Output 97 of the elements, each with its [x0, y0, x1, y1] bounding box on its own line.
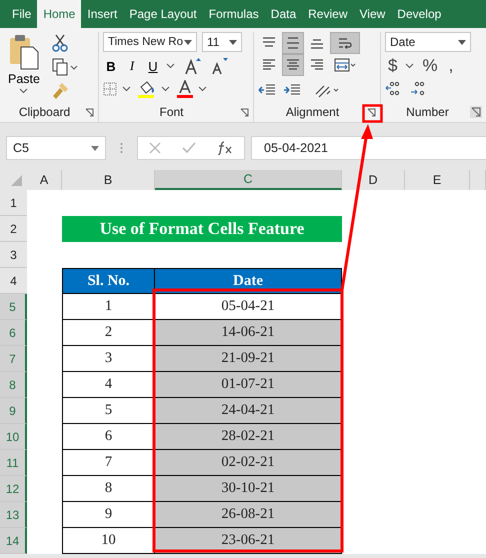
dropdown-arrow-icon — [91, 146, 99, 150]
font-name-dropdown[interactable]: Times New Ro — [103, 32, 197, 52]
caret-icon — [19, 88, 28, 94]
column-header[interactable]: B — [62, 170, 155, 190]
font-size-dropdown[interactable]: 11 — [202, 32, 242, 52]
ribbon-tab[interactable]: Develop — [391, 0, 448, 28]
clipboard-icon — [8, 34, 39, 70]
row-header[interactable]: 4 — [0, 268, 27, 294]
sheet-title: Use of Format Cells Feature — [62, 216, 342, 242]
column-header[interactable]: A — [27, 170, 62, 190]
table-cell: 5 — [62, 398, 155, 424]
row-header[interactable]: 14 — [0, 528, 27, 554]
checkmark-icon[interactable] — [182, 142, 196, 154]
number-format-dropdown[interactable]: Date — [385, 32, 471, 52]
dropdown-arrow-icon — [184, 40, 192, 44]
ribbon-tab[interactable]: Review — [302, 0, 354, 28]
copy-icon[interactable] — [52, 58, 78, 76]
ribbon-tab[interactable]: Page Layout — [123, 0, 203, 28]
fill-color-icon[interactable] — [138, 80, 156, 98]
alignment-button[interactable] — [282, 54, 304, 76]
underline-button[interactable]: U — [145, 58, 161, 74]
group-label: Clipboard — [18, 105, 70, 119]
dialog-launcher-icon[interactable] — [85, 108, 94, 116]
row-header[interactable]: 12 — [0, 476, 27, 502]
table-cell: 1 — [62, 294, 155, 320]
alignment-button[interactable] — [330, 32, 360, 54]
increase-indent-icon[interactable] — [283, 83, 301, 97]
alignment-button[interactable] — [282, 32, 304, 54]
formula-field[interactable]: 05-04-2021 — [251, 136, 486, 160]
table-cell[interactable]: 01-07-21 — [155, 372, 342, 398]
bold-button[interactable]: B — [103, 58, 119, 74]
table-cell[interactable]: 21-09-21 — [155, 346, 342, 372]
table-cell: 4 — [62, 372, 155, 398]
table-cell: 9 — [62, 502, 155, 528]
row-header[interactable]: 10 — [0, 424, 27, 450]
row-header[interactable]: 7 — [0, 346, 27, 372]
launcher-highlight-outline — [362, 104, 383, 123]
merge-cells-icon — [334, 57, 356, 73]
table-header: Sl. No. — [62, 268, 155, 294]
group-label: Alignment — [286, 105, 340, 119]
table-cell[interactable]: 26-08-21 — [155, 502, 342, 528]
decrease-indent-icon[interactable] — [258, 83, 276, 97]
table-cell: 8 — [62, 476, 155, 502]
row-header[interactable]: 2 — [0, 216, 27, 242]
grip-icon — [120, 142, 123, 154]
dropdown-arrow-icon — [229, 40, 237, 44]
ribbon-tab[interactable]: Home — [37, 0, 82, 28]
align-middle-icon — [285, 35, 301, 51]
group-label: Number — [406, 105, 449, 119]
row-header[interactable]: 6 — [0, 320, 27, 346]
ribbon-tab[interactable]: File — [6, 0, 38, 28]
italic-button[interactable]: I — [124, 58, 140, 74]
caret-icon[interactable] — [405, 63, 414, 69]
name-box[interactable]: C5 — [6, 136, 106, 160]
ribbon-tab[interactable]: Formulas — [202, 0, 265, 28]
table-cell: 2 — [62, 320, 155, 346]
table-cell: 3 — [62, 346, 155, 372]
ribbon-tab[interactable]: View — [354, 0, 392, 28]
dialog-launcher-icon[interactable] — [240, 108, 249, 116]
shrink-font-icon[interactable] — [211, 57, 229, 75]
ribbon-tab[interactable]: Insert — [81, 0, 124, 28]
borders-icon[interactable] — [103, 82, 117, 96]
dialog-launcher-icon[interactable] — [470, 106, 482, 118]
caret-icon[interactable] — [122, 86, 131, 92]
table-cell[interactable]: 24-04-21 — [155, 398, 342, 424]
scissors-icon[interactable] — [52, 34, 68, 52]
ribbon-tab[interactable]: Data — [264, 0, 302, 28]
table-cell[interactable]: 02-02-21 — [155, 450, 342, 476]
table-cell[interactable]: 14-06-21 — [155, 320, 342, 346]
caret-icon[interactable] — [166, 63, 175, 69]
row-header[interactable]: 3 — [0, 242, 27, 268]
row-header[interactable]: 11 — [0, 450, 27, 476]
row-header[interactable]: 5 — [0, 294, 27, 320]
caret-icon[interactable] — [198, 86, 207, 92]
table-cell: 7 — [62, 450, 155, 476]
caret-icon[interactable] — [161, 86, 170, 92]
table-cell: 6 — [62, 424, 155, 450]
column-header[interactable]: E — [405, 170, 470, 190]
row-header[interactable]: 1 — [0, 190, 27, 216]
dropdown-arrow-icon — [458, 40, 466, 44]
grow-font-icon[interactable] — [184, 57, 202, 75]
table-cell: 10 — [62, 528, 155, 554]
row-header[interactable]: 8 — [0, 372, 27, 398]
percent-button[interactable]: % — [419, 56, 441, 76]
row-header[interactable]: 9 — [0, 398, 27, 424]
dialog-launcher-icon[interactable] — [367, 108, 376, 116]
paste-button[interactable]: Paste — [4, 32, 44, 102]
table-cell[interactable]: 30-10-21 — [155, 476, 342, 502]
currency-button[interactable]: $ — [385, 56, 400, 76]
column-header[interactable]: C — [155, 170, 342, 190]
comma-button[interactable]: , — [446, 56, 456, 76]
row-header[interactable]: 13 — [0, 502, 27, 528]
group-label: Font — [159, 105, 184, 119]
function-icon[interactable] — [217, 141, 234, 155]
table-cell[interactable]: 28-02-21 — [155, 424, 342, 450]
font-color-icon[interactable] — [177, 80, 193, 98]
column-header[interactable]: D — [342, 170, 405, 190]
